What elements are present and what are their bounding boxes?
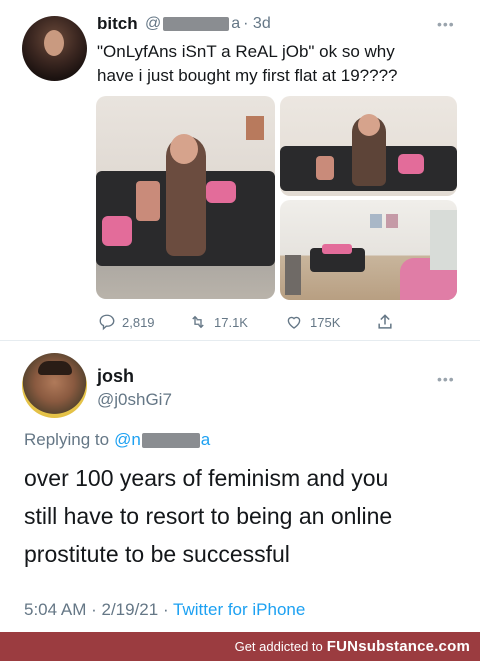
watermark-footer: Get addicted to FUNsubstance.com [0, 632, 480, 661]
like-action[interactable]: 175K [284, 313, 340, 331]
share-action[interactable] [375, 312, 395, 332]
separator: · [91, 600, 102, 619]
replying-to-suffix[interactable]: a [201, 430, 210, 450]
footer-brand: FUNsubstance.com [326, 638, 470, 655]
reply-meta: 5:04 AM · 2/19/21 · Twitter for iPhone [24, 600, 305, 620]
reply-text: over 100 years of feminism and you still… [24, 459, 392, 573]
more-options-icon[interactable]: ••• [437, 371, 455, 387]
reply-author-handle[interactable]: @j0shGi7 [97, 390, 172, 410]
reply-source[interactable]: Twitter for iPhone [173, 600, 305, 619]
tweet-original: bitch @ a · 3d ••• "OnLyfAns iSnT a ReAL… [0, 0, 480, 340]
reply-icon [99, 314, 115, 331]
replying-to: Replying to @n a [24, 430, 210, 450]
tweet-photo-1[interactable] [96, 96, 275, 299]
replying-to-handle[interactable]: @n [114, 430, 141, 450]
heart-icon [287, 316, 301, 329]
tweet-text: "OnLyfAns iSnT a ReAL jOb" ok so why hav… [97, 40, 398, 88]
handle-prefix: @ [145, 15, 162, 32]
avatar[interactable] [22, 353, 87, 418]
retweet-icon [192, 315, 204, 329]
reply-date: 2/19/21 [101, 600, 159, 619]
reply-count: 2,819 [122, 314, 155, 330]
avatar[interactable] [22, 16, 87, 81]
redaction-bar [141, 432, 200, 448]
author-name[interactable]: bitch [97, 14, 138, 34]
divider [0, 340, 480, 341]
share-icon [378, 314, 392, 329]
reply-author-name[interactable]: josh [97, 366, 134, 387]
replying-to-label: Replying to [24, 430, 110, 449]
tweet-text-line: have i just bought my first flat at 19??… [97, 66, 398, 85]
reply-text-line: prostitute to be successful [24, 541, 290, 567]
retweet-action[interactable]: 17.1K [188, 313, 248, 331]
reply-text-line: over 100 years of feminism and you [24, 465, 389, 491]
author-handle[interactable]: @ a · 3d [145, 15, 271, 33]
handle-suffix: a [231, 15, 241, 32]
tweet-photo-2[interactable] [280, 96, 457, 196]
tweet-text-line: "OnLyfAns iSnT a ReAL jOb" ok so why [97, 42, 395, 61]
footer-prefix: Get addicted to [234, 639, 323, 654]
separator: · [162, 600, 174, 619]
tweet-photo-3[interactable] [280, 200, 457, 300]
reply-action[interactable]: 2,819 [98, 313, 155, 331]
like-count: 175K [310, 314, 341, 330]
retweet-count: 17.1K [214, 314, 248, 330]
reply-text-line: still have to resort to being an online [24, 503, 393, 529]
tweet-time: · 3d [243, 15, 271, 32]
reply-time: 5:04 AM [24, 600, 87, 619]
redaction-bar [163, 17, 230, 31]
more-options-icon[interactable]: ••• [437, 16, 455, 32]
